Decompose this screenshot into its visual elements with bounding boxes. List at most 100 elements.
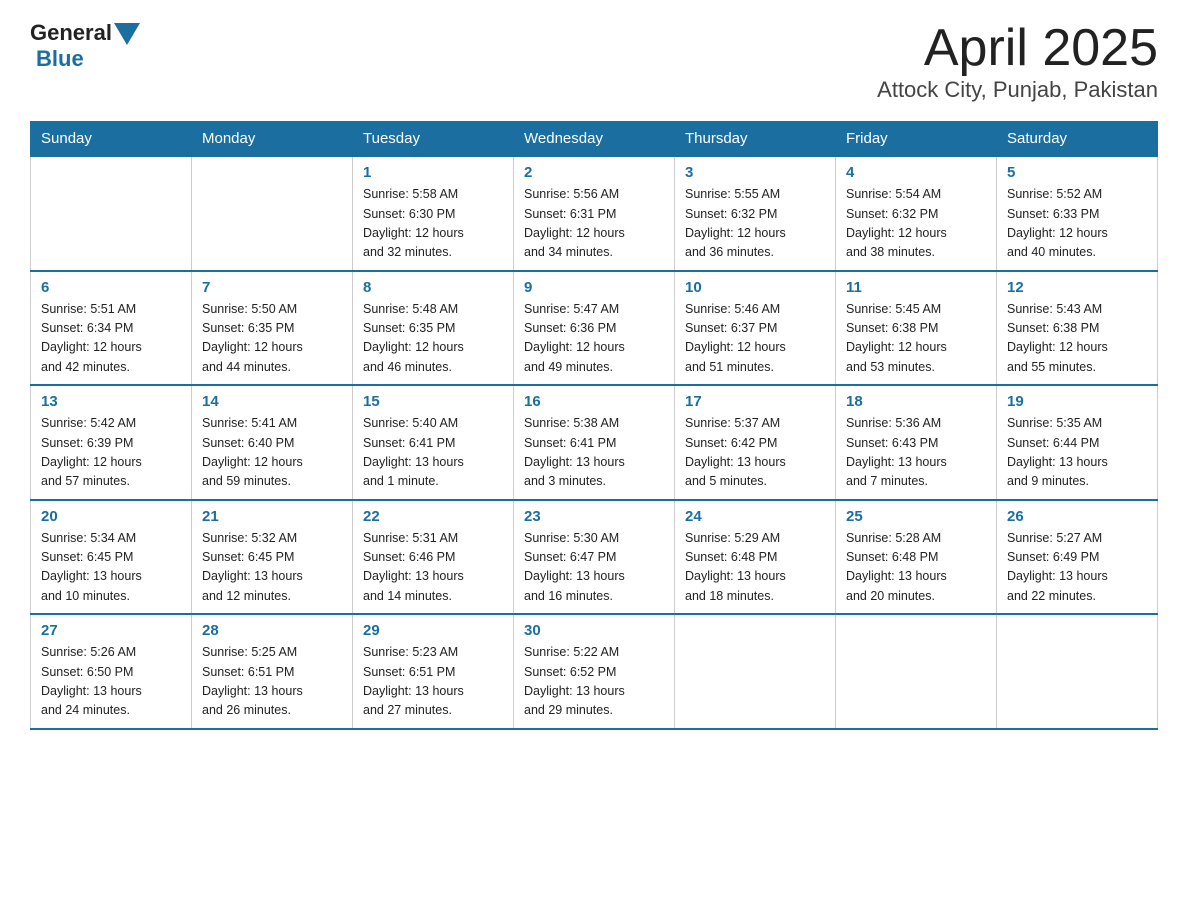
calendar-cell: 1 Sunrise: 5:58 AMSunset: 6:30 PMDaylight… (353, 156, 514, 271)
day-number: 5 (1007, 164, 1147, 181)
calendar-cell: 6Sunrise: 5:51 AMSunset: 6:34 PMDaylight… (31, 271, 192, 386)
day-number: 15 (363, 393, 503, 410)
calendar-cell: 14 Sunrise: 5:41 AMSunset: 6:40 PMDayligh… (192, 385, 353, 500)
day-info: Sunrise: 5:40 AMSunset: 6:41 PMDaylight:… (363, 414, 503, 492)
day-number: 14 (202, 393, 342, 410)
calendar-body: 1 Sunrise: 5:58 AMSunset: 6:30 PMDaylight… (31, 156, 1158, 729)
calendar-cell: 12 Sunrise: 5:43 AMSunset: 6:38 PMDayligh… (997, 271, 1158, 386)
day-info: Sunrise: 5:47 AMSunset: 6:36 PMDaylight:… (524, 300, 664, 378)
day-header-sunday: Sunday (31, 122, 192, 157)
day-info: Sunrise: 5:22 AMSunset: 6:52 PMDaylight:… (524, 643, 664, 721)
calendar-cell: 11 Sunrise: 5:45 AMSunset: 6:38 PMDayligh… (836, 271, 997, 386)
day-number: 12 (1007, 279, 1147, 296)
day-info: Sunrise: 5:26 AMSunset: 6:50 PMDaylight:… (41, 643, 181, 721)
calendar-cell: 24Sunrise: 5:29 AMSunset: 6:48 PMDayligh… (675, 500, 836, 615)
day-info: Sunrise: 5:38 AMSunset: 6:41 PMDaylight:… (524, 414, 664, 492)
calendar-cell: 7Sunrise: 5:50 AMSunset: 6:35 PMDaylight… (192, 271, 353, 386)
calendar-cell: 18 Sunrise: 5:36 AMSunset: 6:43 PMDayligh… (836, 385, 997, 500)
day-number: 13 (41, 393, 181, 410)
day-info: Sunrise: 5:37 AMSunset: 6:42 PMDaylight:… (685, 414, 825, 492)
calendar-week-row: 6Sunrise: 5:51 AMSunset: 6:34 PMDaylight… (31, 271, 1158, 386)
calendar-cell: 15 Sunrise: 5:40 AMSunset: 6:41 PMDayligh… (353, 385, 514, 500)
day-info: Sunrise: 5:58 AMSunset: 6:30 PMDaylight:… (363, 185, 503, 263)
day-number: 30 (524, 622, 664, 639)
calendar-week-row: 13 Sunrise: 5:42 AMSunset: 6:39 PMDayligh… (31, 385, 1158, 500)
day-number: 2 (524, 164, 664, 181)
day-info: Sunrise: 5:54 AMSunset: 6:32 PMDaylight:… (846, 185, 986, 263)
calendar-cell: 27 Sunrise: 5:26 AMSunset: 6:50 PMDayligh… (31, 614, 192, 729)
calendar-cell: 5 Sunrise: 5:52 AMSunset: 6:33 PMDaylight… (997, 156, 1158, 271)
day-info: Sunrise: 5:35 AMSunset: 6:44 PMDaylight:… (1007, 414, 1147, 492)
day-number: 19 (1007, 393, 1147, 410)
calendar-header: SundayMondayTuesdayWednesdayThursdayFrid… (31, 122, 1158, 157)
day-number: 26 (1007, 508, 1147, 525)
page-title: April 2025 (877, 20, 1158, 77)
day-info: Sunrise: 5:23 AMSunset: 6:51 PMDaylight:… (363, 643, 503, 721)
calendar-cell: 26Sunrise: 5:27 AMSunset: 6:49 PMDayligh… (997, 500, 1158, 615)
calendar-cell: 8Sunrise: 5:48 AMSunset: 6:35 PMDaylight… (353, 271, 514, 386)
day-number: 3 (685, 164, 825, 181)
day-info: Sunrise: 5:45 AMSunset: 6:38 PMDaylight:… (846, 300, 986, 378)
day-number: 20 (41, 508, 181, 525)
day-number: 1 (363, 164, 503, 181)
calendar-cell: 20 Sunrise: 5:34 AMSunset: 6:45 PMDayligh… (31, 500, 192, 615)
calendar-cell: 13 Sunrise: 5:42 AMSunset: 6:39 PMDayligh… (31, 385, 192, 500)
calendar-cell: 10 Sunrise: 5:46 AMSunset: 6:37 PMDayligh… (675, 271, 836, 386)
day-info: Sunrise: 5:51 AMSunset: 6:34 PMDaylight:… (41, 300, 181, 378)
page-header: General Blue April 2025 Attock City, Pun… (30, 20, 1158, 103)
day-header-friday: Friday (836, 122, 997, 157)
day-info: Sunrise: 5:30 AMSunset: 6:47 PMDaylight:… (524, 529, 664, 607)
day-info: Sunrise: 5:42 AMSunset: 6:39 PMDaylight:… (41, 414, 181, 492)
day-number: 10 (685, 279, 825, 296)
calendar-table: SundayMondayTuesdayWednesdayThursdayFrid… (30, 121, 1158, 730)
calendar-cell: 2 Sunrise: 5:56 AMSunset: 6:31 PMDaylight… (514, 156, 675, 271)
calendar-cell: 29 Sunrise: 5:23 AMSunset: 6:51 PMDayligh… (353, 614, 514, 729)
calendar-cell: 23Sunrise: 5:30 AMSunset: 6:47 PMDayligh… (514, 500, 675, 615)
calendar-cell: 3Sunrise: 5:55 AMSunset: 6:32 PMDaylight… (675, 156, 836, 271)
day-info: Sunrise: 5:46 AMSunset: 6:37 PMDaylight:… (685, 300, 825, 378)
day-info: Sunrise: 5:32 AMSunset: 6:45 PMDaylight:… (202, 529, 342, 607)
calendar-week-row: 20 Sunrise: 5:34 AMSunset: 6:45 PMDayligh… (31, 500, 1158, 615)
logo-triangle-icon (114, 23, 140, 45)
day-number: 24 (685, 508, 825, 525)
day-number: 29 (363, 622, 503, 639)
calendar-cell: 21Sunrise: 5:32 AMSunset: 6:45 PMDayligh… (192, 500, 353, 615)
title-block: April 2025 Attock City, Punjab, Pakistan (877, 20, 1158, 103)
day-number: 28 (202, 622, 342, 639)
day-info: Sunrise: 5:25 AMSunset: 6:51 PMDaylight:… (202, 643, 342, 721)
day-number: 27 (41, 622, 181, 639)
calendar-cell: 25Sunrise: 5:28 AMSunset: 6:48 PMDayligh… (836, 500, 997, 615)
calendar-cell: 4 Sunrise: 5:54 AMSunset: 6:32 PMDaylight… (836, 156, 997, 271)
day-number: 9 (524, 279, 664, 296)
day-info: Sunrise: 5:56 AMSunset: 6:31 PMDaylight:… (524, 185, 664, 263)
day-info: Sunrise: 5:34 AMSunset: 6:45 PMDaylight:… (41, 529, 181, 607)
day-number: 17 (685, 393, 825, 410)
day-header-tuesday: Tuesday (353, 122, 514, 157)
day-number: 8 (363, 279, 503, 296)
day-info: Sunrise: 5:41 AMSunset: 6:40 PMDaylight:… (202, 414, 342, 492)
calendar-week-row: 27 Sunrise: 5:26 AMSunset: 6:50 PMDayligh… (31, 614, 1158, 729)
day-info: Sunrise: 5:28 AMSunset: 6:48 PMDaylight:… (846, 529, 986, 607)
day-number: 16 (524, 393, 664, 410)
calendar-cell: 19 Sunrise: 5:35 AMSunset: 6:44 PMDayligh… (997, 385, 1158, 500)
calendar-cell: 22Sunrise: 5:31 AMSunset: 6:46 PMDayligh… (353, 500, 514, 615)
logo-blue-text: Blue (36, 46, 84, 72)
day-header-thursday: Thursday (675, 122, 836, 157)
calendar-cell: 17 Sunrise: 5:37 AMSunset: 6:42 PMDayligh… (675, 385, 836, 500)
day-number: 11 (846, 279, 986, 296)
calendar-cell (997, 614, 1158, 729)
logo-general-text: General (30, 20, 112, 46)
day-number: 22 (363, 508, 503, 525)
day-info: Sunrise: 5:52 AMSunset: 6:33 PMDaylight:… (1007, 185, 1147, 263)
day-number: 18 (846, 393, 986, 410)
day-header-wednesday: Wednesday (514, 122, 675, 157)
calendar-week-row: 1 Sunrise: 5:58 AMSunset: 6:30 PMDaylight… (31, 156, 1158, 271)
day-info: Sunrise: 5:43 AMSunset: 6:38 PMDaylight:… (1007, 300, 1147, 378)
day-number: 7 (202, 279, 342, 296)
day-number: 4 (846, 164, 986, 181)
calendar-cell (31, 156, 192, 271)
calendar-cell (675, 614, 836, 729)
calendar-cell: 16 Sunrise: 5:38 AMSunset: 6:41 PMDayligh… (514, 385, 675, 500)
day-header-monday: Monday (192, 122, 353, 157)
day-info: Sunrise: 5:36 AMSunset: 6:43 PMDaylight:… (846, 414, 986, 492)
